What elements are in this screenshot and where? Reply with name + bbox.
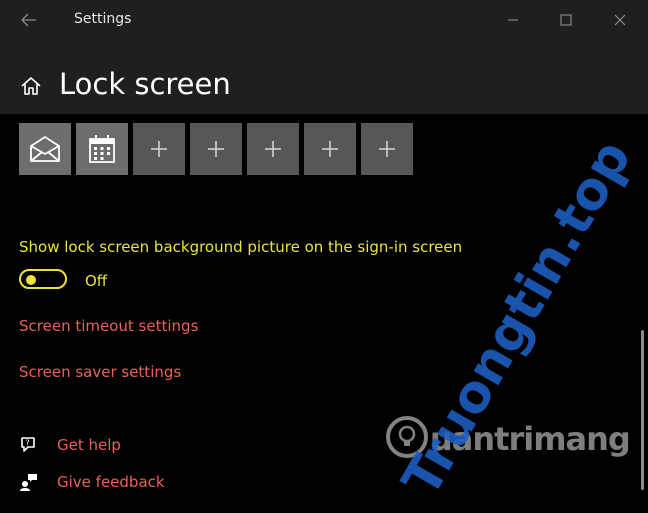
help-chat-icon: ? [21,437,35,452]
plus-icon [322,141,338,157]
toggle-state-text: Off [85,272,108,290]
plus-icon [379,141,395,157]
quick-status-tile-mail[interactable] [19,123,71,175]
minimize-button[interactable] [493,6,533,34]
plus-icon [265,141,281,157]
plus-icon [151,141,167,157]
calendar-icon [89,135,115,163]
toggle-knob [26,275,36,285]
sign-in-background-toggle[interactable] [19,269,67,289]
screen-timeout-settings-link[interactable]: Screen timeout settings [19,317,198,335]
give-feedback-label: Give feedback [57,473,165,491]
scrollbar[interactable] [641,330,644,490]
home-button[interactable] [20,76,42,100]
maximize-button[interactable] [546,6,586,34]
give-feedback-link[interactable]: Give feedback [19,472,165,492]
sign-in-background-label: Show lock screen background picture on t… [19,238,463,256]
back-arrow-icon [21,13,36,27]
screen-saver-settings-link[interactable]: Screen saver settings [19,363,181,381]
back-button[interactable] [14,8,44,32]
quick-status-tile-calendar[interactable] [76,123,128,175]
page-header: Lock screen [0,40,648,114]
plus-icon [208,141,224,157]
get-help-link[interactable]: ? Get help [19,435,121,455]
mail-icon [30,136,60,162]
page-title: Lock screen [59,67,231,101]
lightbulb-logo-icon [386,416,428,458]
close-button[interactable] [600,6,640,34]
home-icon [21,77,41,95]
quick-status-tile-add[interactable] [361,123,413,175]
minimize-icon [508,19,518,21]
get-help-label: Get help [57,436,121,454]
quick-status-tiles [19,123,413,175]
feedback-person-icon [20,474,37,491]
quick-status-tile-add[interactable] [304,123,356,175]
watermark-text: uantrimang [430,420,631,458]
window-title: Settings [74,11,132,27]
title-bar: Settings [0,0,648,40]
watermark-quantrimang: uantrimang [380,410,640,470]
quick-status-tile-add[interactable] [247,123,299,175]
quick-status-tile-add[interactable] [190,123,242,175]
maximize-icon [560,14,572,26]
quick-status-tile-add[interactable] [133,123,185,175]
close-icon [614,14,626,26]
svg-text:?: ? [25,439,29,448]
